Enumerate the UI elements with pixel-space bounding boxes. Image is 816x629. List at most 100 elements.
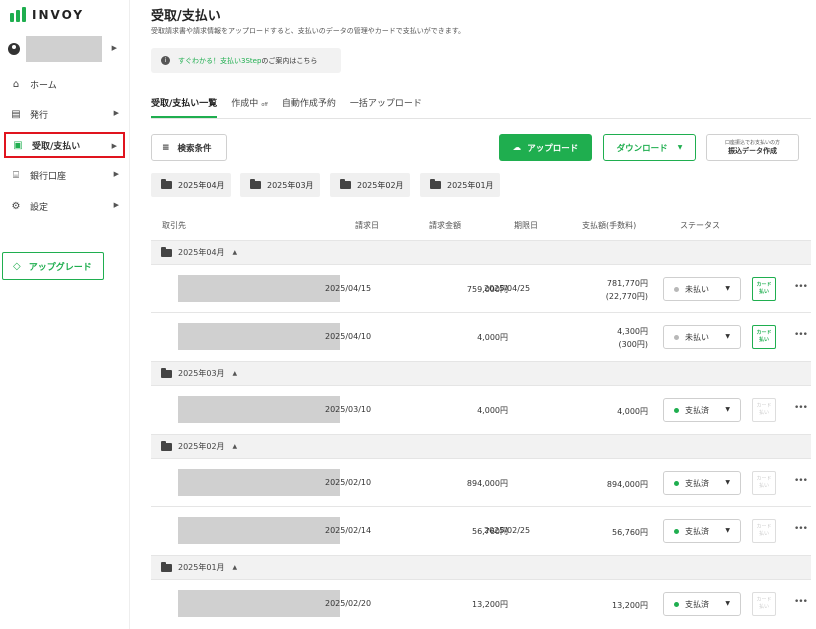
logo[interactable]: INVOY	[10, 7, 84, 22]
invoice-date: 2025/04/15	[325, 284, 372, 293]
column-header-vendor: 取引先	[162, 221, 186, 230]
status-dropdown[interactable]: 支払済 ▼	[663, 398, 741, 422]
tab-scheduled[interactable]: 自動作成予約	[282, 96, 336, 118]
more-options-icon[interactable]: •••	[794, 524, 808, 534]
tab-bar: 受取/支払い一覧 作成中 off 自動作成予約 一括アップロード	[151, 96, 422, 118]
bank-icon: ⌸	[13, 169, 19, 181]
folder-icon	[161, 440, 172, 451]
group-header[interactable]: 2025年04月 ▲	[151, 240, 811, 264]
sidebar-item-home[interactable]: ⌂ ホーム	[4, 71, 125, 97]
sidebar-item-issue[interactable]: ▤ 発行 ▶	[4, 101, 125, 127]
sidebar-item-settings[interactable]: ⚙ 設定 ▶	[4, 193, 125, 219]
transfer-data-button[interactable]: 口座振込でお支払いの方 振込データ作成	[706, 134, 799, 161]
status-dropdown[interactable]: 支払済 ▼	[663, 471, 741, 495]
table-row[interactable]: 2025/02/20 13,200円 13,200円 支払済 ▼ カード 払い •••	[151, 579, 811, 627]
month-chip[interactable]: 2025年01月	[420, 173, 500, 197]
card-pay-button[interactable]: カード 払い	[752, 325, 776, 349]
paid-amount: 4,000円	[617, 407, 648, 416]
card-pay-button[interactable]: カード 払い	[752, 471, 776, 495]
card-pay-label: 払い	[758, 483, 769, 489]
chevron-down-icon: ▼	[725, 479, 730, 486]
main-content: 受取/支払い 受取請求書や請求情報をアップロードすると、支払いのデータの管理やカ…	[131, 0, 816, 629]
chevron-down-icon: ▼	[725, 333, 730, 340]
group-header[interactable]: 2025年02月 ▲	[151, 434, 811, 458]
document-icon: ▤	[11, 108, 21, 120]
upgrade-button[interactable]: ◇ アップグレード	[2, 252, 104, 280]
vendor-name-redacted[interactable]	[178, 275, 340, 302]
status-dropdown[interactable]: 未払い ▼	[663, 325, 741, 349]
sidebar-item-label: 受取/支払い	[32, 141, 81, 152]
group-header[interactable]: 2025年01月 ▲	[151, 555, 811, 579]
info-link[interactable]: すぐわかる！支払い3Step	[178, 56, 261, 66]
status-label: 未払い	[685, 332, 709, 342]
chevron-right-icon: ▶	[111, 142, 117, 150]
table-row[interactable]: 2025/02/14 56,760円 2025/02/25 56,760円 支払済 ▼ カー…	[151, 506, 811, 554]
status-label: 未払い	[685, 284, 709, 294]
invoice-amount: 13,200円	[472, 600, 508, 609]
folder-icon	[340, 179, 351, 189]
tab-draft[interactable]: 作成中 off	[231, 96, 268, 118]
page-subtitle: 受取請求書や請求情報をアップロードすると、支払いのデータの管理やカードで支払いが…	[151, 27, 466, 35]
card-pay-button[interactable]: カード 払い	[752, 277, 776, 301]
group-label: 2025年02月	[178, 442, 225, 451]
vendor-name-redacted[interactable]	[178, 517, 340, 544]
status-label: 支払済	[685, 599, 709, 609]
sidebar-item-bank[interactable]: ⌸ 銀行口座 ▶	[4, 162, 125, 188]
table-row[interactable]: 2025/04/15 759,000円 2025/04/25 781,770円 (22,…	[151, 264, 811, 312]
month-chip[interactable]: 2025年04月	[151, 173, 231, 197]
card-pay-button[interactable]: カード 払い	[752, 592, 776, 616]
invoice-date: 2025/02/14	[325, 526, 372, 535]
more-options-icon[interactable]: •••	[794, 330, 808, 340]
chevron-right-icon: ▶	[113, 201, 119, 209]
group-header[interactable]: 2025年03月 ▲	[151, 361, 811, 385]
table-row[interactable]: 2025/02/10 894,000円 894,000円 支払済 ▼ カード 払い •••	[151, 458, 811, 506]
month-chip[interactable]: 2025年03月	[240, 173, 320, 197]
chevron-down-icon: ▼	[677, 144, 683, 151]
status-dropdown[interactable]: 支払済 ▼	[663, 592, 741, 616]
search-conditions-button[interactable]: ≡ 検索条件	[151, 134, 227, 161]
folder-icon	[161, 179, 172, 189]
column-header-invoice-amount: 請求金額	[429, 221, 461, 230]
vendor-name-redacted[interactable]	[178, 469, 340, 496]
home-icon: ⌂	[12, 78, 20, 90]
status-dropdown[interactable]: 未払い ▼	[663, 277, 741, 301]
tab-badge: off	[261, 102, 268, 108]
card-pay-button[interactable]: カード 払い	[752, 398, 776, 422]
vendor-name-redacted[interactable]	[178, 396, 340, 423]
folder-icon	[430, 179, 441, 189]
search-label: 検索条件	[177, 143, 212, 154]
table-row[interactable]: 2025/04/10 4,000円 4,300円 (300円) 未払い ▼ カード 払い •••	[151, 312, 811, 360]
page-title: 受取/支払い	[151, 9, 221, 24]
download-button[interactable]: ダウンロード ▼	[603, 134, 696, 161]
app-window: INVOY ▶ ⌂ ホーム ▤ 発行 ▶ ▣ 受取/支払い ▶ ⌸ 銀行口座 ▶…	[0, 0, 816, 629]
sidebar-item-receive-pay[interactable]: ▣ 受取/支払い ▶	[4, 132, 125, 158]
info-banner[interactable]: i すぐわかる！支払い3Step のご案内はこちら	[151, 48, 341, 73]
vendor-name-redacted[interactable]	[178, 590, 340, 617]
more-options-icon[interactable]: •••	[794, 282, 808, 292]
card-pay-label: カード	[756, 524, 772, 530]
tab-list[interactable]: 受取/支払い一覧	[151, 96, 218, 118]
upload-button[interactable]: ☁ アップロード	[499, 134, 592, 161]
info-icon: i	[161, 56, 170, 65]
account-switcher[interactable]: ▶	[8, 36, 123, 62]
column-header-invoice-date: 請求日	[355, 221, 379, 230]
group-label: 2025年01月	[178, 563, 225, 572]
paid-amount: 4,300円 (300円)	[617, 327, 648, 349]
invoice-date: 2025/02/10	[325, 478, 372, 487]
invoice-date: 2025/02/20	[325, 599, 372, 608]
logo-text: INVOY	[32, 7, 85, 22]
more-options-icon[interactable]: •••	[794, 403, 808, 413]
card-pay-button[interactable]: カード 払い	[752, 519, 776, 543]
filter-icon: ≡	[162, 142, 170, 153]
logo-icon	[10, 7, 27, 22]
folder-icon	[161, 367, 172, 378]
vendor-name-redacted[interactable]	[178, 323, 340, 350]
tab-bulk-upload[interactable]: 一括アップロード	[350, 96, 422, 118]
more-options-icon[interactable]: •••	[794, 476, 808, 486]
sidebar-item-label: 発行	[30, 110, 49, 121]
folder-icon	[161, 561, 172, 572]
table-row[interactable]: 2025/03/10 4,000円 4,000円 支払済 ▼ カード 払い •••	[151, 385, 811, 433]
status-dropdown[interactable]: 支払済 ▼	[663, 519, 741, 543]
month-chip[interactable]: 2025年02月	[330, 173, 410, 197]
more-options-icon[interactable]: •••	[794, 597, 808, 607]
